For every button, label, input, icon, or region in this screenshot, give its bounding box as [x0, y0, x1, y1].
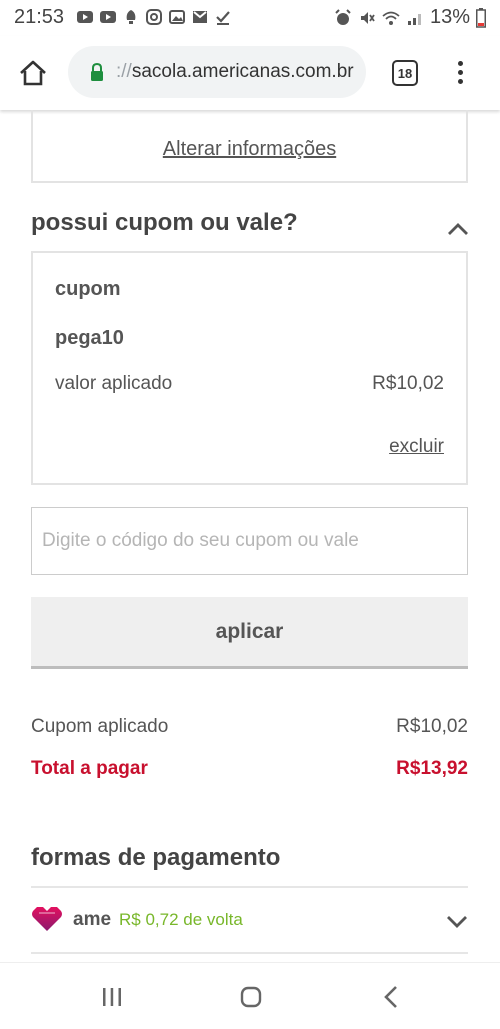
total-label: Total a pagar: [31, 758, 148, 779]
url-scheme: ://: [116, 61, 132, 82]
notification-icons: [76, 8, 232, 26]
tab-switcher-button[interactable]: 18: [392, 60, 418, 86]
mute-icon: [360, 11, 375, 24]
total-value: R$13,92: [396, 758, 468, 779]
status-time: 21:53: [14, 6, 65, 28]
alarm-icon: [335, 8, 351, 25]
coupon-code: pega10: [55, 327, 124, 349]
signal-icon: [407, 13, 421, 25]
url-text: ://sacola.americanas.com.br: [116, 61, 354, 83]
coupon-label: cupom: [55, 278, 121, 300]
lock-icon: [91, 63, 103, 81]
instagram-icon: [146, 9, 162, 25]
ame-logo-icon: [32, 907, 62, 931]
edit-info-link[interactable]: Alterar informações: [33, 138, 466, 161]
payment-method-name: ame: [73, 909, 112, 930]
youtube-icon: [100, 11, 116, 23]
more-menu-icon[interactable]: [452, 58, 468, 88]
status-bar: 21:53 13%: [0, 0, 500, 36]
chevron-up-icon[interactable]: [447, 222, 469, 236]
photos-icon: [169, 10, 185, 24]
home-icon[interactable]: [18, 58, 48, 88]
apply-coupon-button[interactable]: aplicar: [31, 597, 468, 669]
home-nav-icon[interactable]: [240, 986, 262, 1008]
cashback-text: R$ 0,72 de volta: [119, 910, 243, 929]
android-nav-bar: [0, 962, 500, 1029]
youtube-icon: [77, 11, 93, 23]
chevron-down-icon[interactable]: [446, 915, 468, 929]
delivery-info-box: Alterar informações: [31, 110, 468, 183]
browser-toolbar: ://sacola.americanas.com.br 18: [0, 36, 500, 110]
notification-icon: [126, 10, 136, 24]
gmail-icon: [193, 11, 207, 23]
tab-count: 18: [397, 65, 413, 81]
divider: [31, 952, 468, 954]
battery-percent: 13%: [429, 6, 470, 28]
applied-value-label: valor aplicado: [55, 373, 173, 394]
coupon-section-title[interactable]: possui cupom ou vale?: [31, 209, 298, 237]
wifi-icon: [382, 11, 400, 25]
payment-method-ame[interactable]: ame R$ 0,72 de volta: [31, 888, 468, 952]
coupon-code-input[interactable]: [31, 507, 468, 575]
address-bar[interactable]: ://sacola.americanas.com.br: [68, 46, 366, 98]
url-host: sacola.americanas.com.br: [131, 61, 354, 82]
recent-apps-icon[interactable]: [101, 987, 123, 1007]
payment-section-title: formas de pagamento: [31, 844, 281, 871]
coupon-applied-value: R$10,02: [396, 716, 468, 737]
applied-value: R$10,02: [372, 373, 444, 394]
battery-icon: [476, 7, 486, 28]
system-icons: 13%: [334, 6, 486, 29]
remove-coupon-link[interactable]: excluir: [389, 436, 444, 458]
download-done-icon: [216, 11, 230, 25]
back-icon[interactable]: [383, 985, 399, 1009]
applied-coupon-card: cupom pega10 valor aplicado R$10,02 excl…: [31, 251, 468, 485]
coupon-applied-label: Cupom aplicado: [31, 716, 169, 737]
